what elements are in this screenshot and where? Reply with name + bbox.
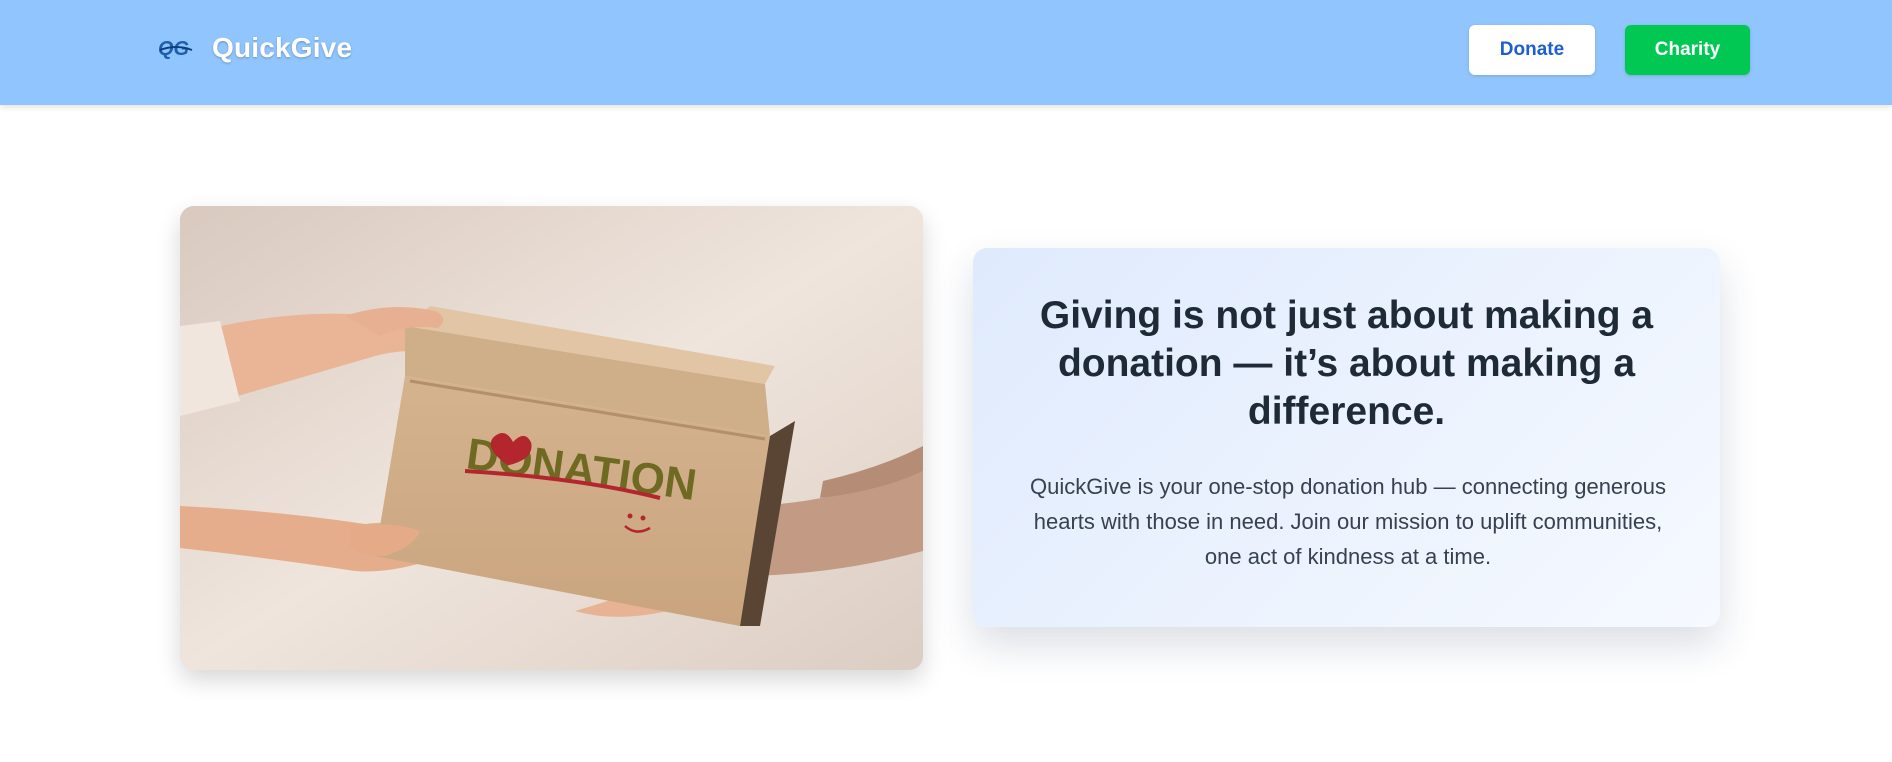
donation-photo: DONATION [180,206,923,670]
donate-button[interactable]: Donate [1469,25,1595,75]
qg-logo-icon: QG [158,38,193,60]
mission-description: QuickGive is your one-stop donation hub … [1030,474,1666,569]
mission-card: Giving is not just about making a donati… [973,248,1720,627]
charity-button[interactable]: Charity [1625,25,1750,75]
top-navbar: QG QuickGive Donate Charity [0,0,1892,105]
mission-heading: Giving is not just about making a donati… [1039,294,1654,433]
brand[interactable]: QG QuickGive [158,32,352,64]
donation-box-illustration: DONATION [180,206,923,670]
brand-name: QuickGive [212,32,353,63]
